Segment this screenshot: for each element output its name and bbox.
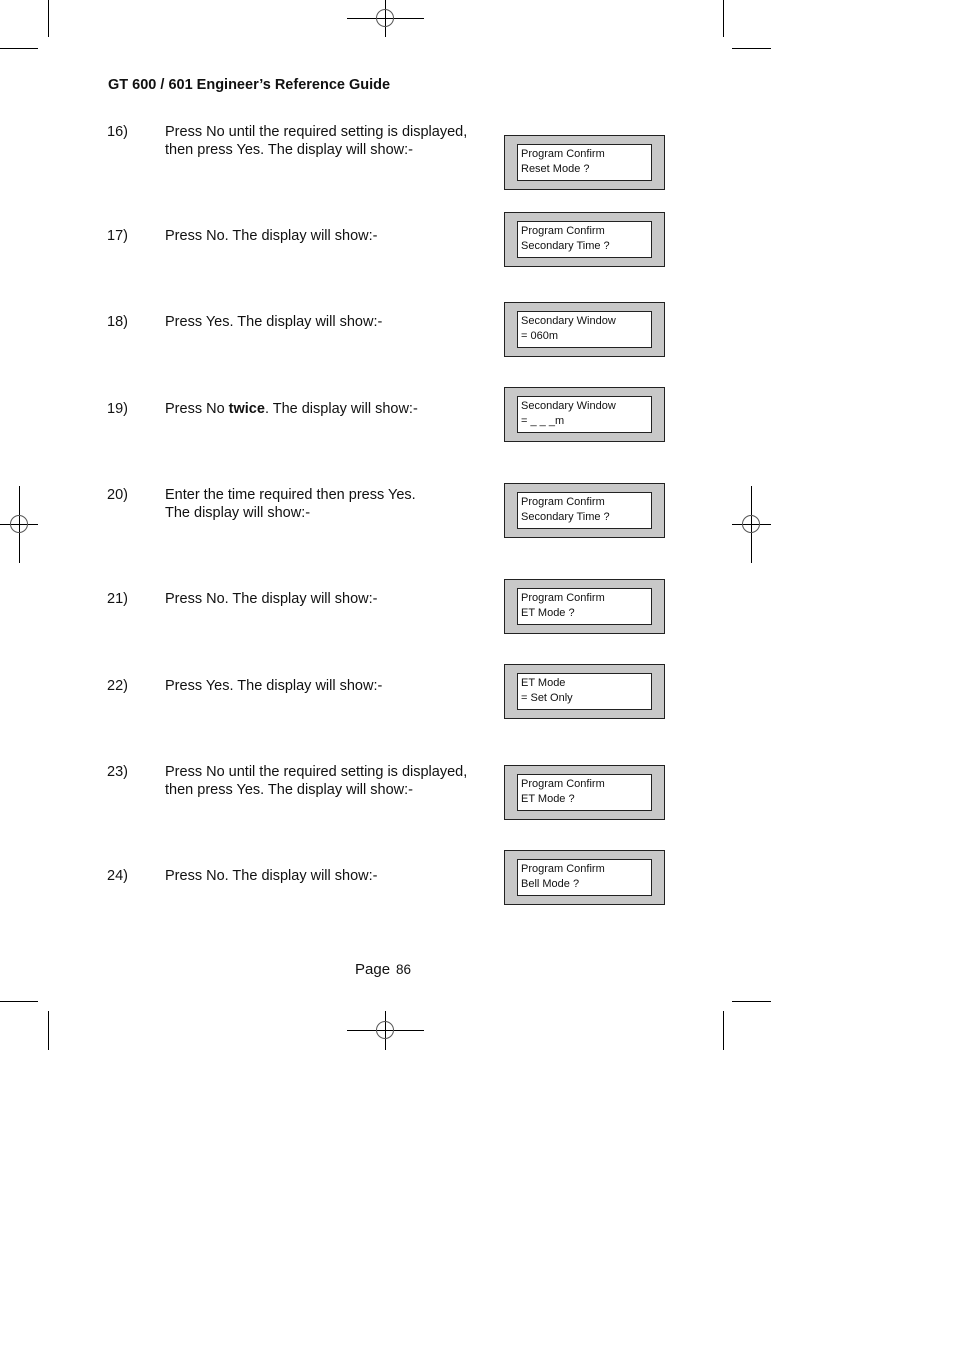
- lcd-screen: Program Confirm ET Mode ?: [517, 774, 652, 811]
- step-number: 17): [107, 228, 128, 244]
- crop-mark: [732, 1001, 771, 1002]
- step-text: Press No. The display will show:-: [165, 228, 378, 244]
- lcd-line: = _ _ _m: [521, 415, 565, 427]
- step-number: 18): [107, 314, 128, 330]
- step-text: Press No. The display will show:-: [165, 868, 378, 884]
- step-number: 22): [107, 678, 128, 694]
- crop-mark: [0, 48, 38, 49]
- lcd-line: Bell Mode ?: [521, 878, 580, 890]
- step-text: Press No until the required setting is d…: [165, 124, 468, 140]
- lcd-screen: Secondary Window = 060m: [517, 311, 652, 348]
- lcd-line: ET Mode ?: [521, 793, 575, 805]
- crop-mark: [48, 1011, 49, 1050]
- crop-mark: [0, 1001, 38, 1002]
- lcd-screen: Program Confirm Secondary Time ?: [517, 492, 652, 529]
- lcd-line: Secondary Time ?: [521, 240, 610, 252]
- lcd-line: Secondary Window: [521, 315, 616, 327]
- lcd-line: Program Confirm: [521, 863, 605, 875]
- page-number-value: 86: [396, 962, 412, 977]
- step-number: 23): [107, 764, 128, 780]
- step-text: Enter the time required then press Yes.: [165, 487, 416, 503]
- page-label: Page: [355, 961, 391, 978]
- step-number: 24): [107, 868, 128, 884]
- lcd-display: Program Confirm Secondary Time ?: [504, 212, 665, 267]
- crop-mark: [723, 0, 724, 37]
- lcd-line: Program Confirm: [521, 225, 605, 237]
- lcd-display: Program Confirm Secondary Time ?: [504, 483, 665, 538]
- lcd-screen: Program Confirm Reset Mode ?: [517, 144, 652, 181]
- lcd-screen: ET Mode = Set Only: [517, 673, 652, 710]
- lcd-line: Program Confirm: [521, 496, 605, 508]
- page-number: Page 86: [355, 961, 411, 978]
- lcd-line: Secondary Window: [521, 400, 616, 412]
- lcd-screen: Program Confirm Secondary Time ?: [517, 221, 652, 258]
- lcd-line: ET Mode: [521, 677, 566, 689]
- step-number: 19): [107, 401, 128, 417]
- step-text: then press Yes. The display will show:-: [165, 782, 413, 798]
- lcd-line: = 060m: [521, 330, 558, 342]
- document-title: GT 600 / 601 Engineer’s Reference Guide: [108, 77, 391, 93]
- step-text: then press Yes. The display will show:-: [165, 142, 413, 158]
- lcd-line: ET Mode ?: [521, 607, 575, 619]
- step-number: 16): [107, 124, 128, 140]
- lcd-line: Program Confirm: [521, 778, 605, 790]
- lcd-display: Program Confirm Bell Mode ?: [504, 850, 665, 905]
- crop-mark: [732, 48, 771, 49]
- crop-mark: [723, 1011, 724, 1050]
- lcd-display: Program Confirm ET Mode ?: [504, 765, 665, 820]
- lcd-display: Secondary Window = _ _ _m: [504, 387, 665, 442]
- step-text: Press Yes. The display will show:-: [165, 678, 383, 694]
- step-text-emphasis: twice: [228, 401, 265, 417]
- lcd-line: = Set Only: [521, 692, 573, 704]
- lcd-display: Program Confirm Reset Mode ?: [504, 135, 665, 190]
- lcd-screen: Program Confirm Bell Mode ?: [517, 859, 652, 896]
- lcd-line: Program Confirm: [521, 592, 605, 604]
- step-number: 21): [107, 591, 128, 607]
- lcd-display: Secondary Window = 060m: [504, 302, 665, 357]
- crop-mark: [48, 0, 49, 37]
- step-text: Press No. The display will show:-: [165, 591, 378, 607]
- step-text: Press No: [165, 401, 229, 417]
- lcd-line: Program Confirm: [521, 148, 605, 160]
- lcd-screen: Program Confirm ET Mode ?: [517, 588, 652, 625]
- lcd-line: Reset Mode ?: [521, 163, 590, 175]
- step-text: . The display will show:-: [264, 401, 418, 417]
- step-number: 20): [107, 487, 128, 503]
- lcd-display: Program Confirm ET Mode ?: [504, 579, 665, 634]
- lcd-line: Secondary Time ?: [521, 511, 610, 523]
- lcd-screen: Secondary Window = _ _ _m: [517, 396, 652, 433]
- lcd-display: ET Mode = Set Only: [504, 664, 665, 719]
- step-text: The display will show:-: [165, 505, 311, 521]
- step-text: Press No until the required setting is d…: [165, 764, 468, 780]
- step-text: Press Yes. The display will show:-: [165, 314, 383, 330]
